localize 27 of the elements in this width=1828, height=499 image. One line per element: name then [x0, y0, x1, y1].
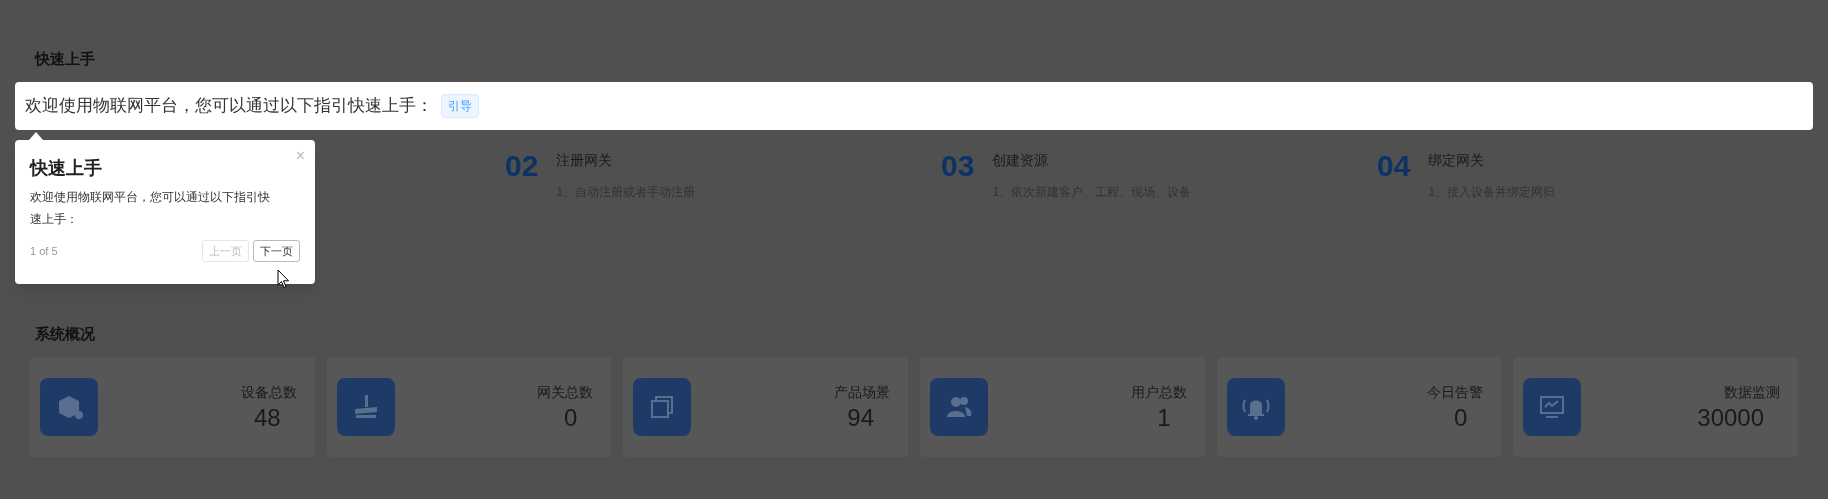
stat-value: 0	[1454, 402, 1469, 433]
monitor-icon	[1523, 378, 1582, 436]
bell-icon	[1226, 378, 1285, 436]
guide-tag[interactable]: 引导	[441, 94, 479, 118]
gateway-icon	[336, 378, 395, 436]
stat-label: 今日告警	[1427, 382, 1484, 402]
stat-label: 数据监测	[1724, 382, 1781, 402]
step-number: 02	[505, 148, 539, 184]
stat-value: 0	[564, 402, 579, 433]
popover-title: 快速上手	[30, 157, 103, 180]
stat-value: 94	[847, 402, 875, 433]
close-button[interactable]: ×	[295, 144, 305, 168]
popover-text: 欢迎使用物联网平台，您可以通过以下指引快速上手：	[30, 189, 271, 228]
stat-value: 30000	[1697, 402, 1766, 433]
stat-label: 产品场景	[834, 382, 890, 402]
section-title: 快速上手	[33, 49, 96, 69]
step-number: 03	[941, 148, 975, 184]
layers-icon	[633, 378, 692, 436]
stat-value: 1	[1157, 402, 1172, 433]
welcome-text: 欢迎使用物联网平台，您可以通过以下指引快速上手：	[25, 95, 433, 118]
step-number: 04	[1377, 148, 1411, 184]
section-title: 系统概况	[34, 324, 96, 344]
box-icon	[40, 378, 98, 436]
next-button[interactable]: 下一页	[253, 240, 300, 262]
users-icon	[930, 378, 988, 436]
stat-value: 48	[253, 402, 282, 433]
progress-text: 1 of 5	[30, 243, 58, 259]
